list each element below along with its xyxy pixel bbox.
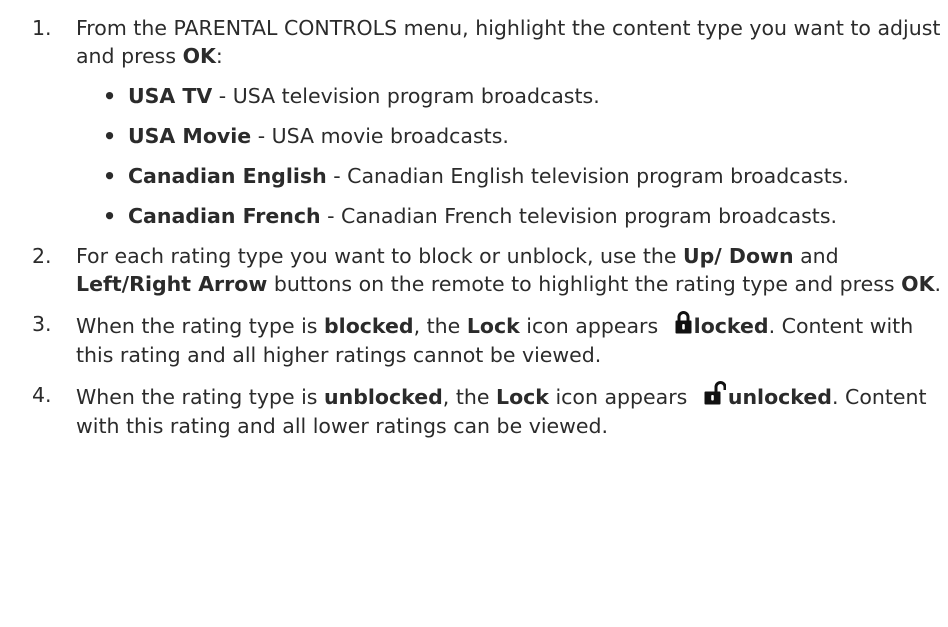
left-right-key-label: Left/Right Arrow — [76, 272, 268, 296]
step-text-part: and — [793, 244, 839, 268]
step-1: 1. From the PARENTAL CONTROLS menu, high… — [0, 14, 948, 230]
step-text: When the rating type is blocked, the Loc… — [76, 310, 948, 369]
content-type-name: Canadian English — [128, 164, 327, 188]
content-type-description: - USA television program broadcasts. — [212, 84, 600, 108]
step-text-part: icon appears — [519, 314, 665, 338]
step-text-part: . — [934, 272, 941, 296]
step-3: 3. When the rating type is blocked, the … — [0, 310, 948, 369]
step-number: 4. — [32, 383, 52, 407]
lock-term: Lock — [496, 385, 549, 409]
ok-key-label: OK — [901, 272, 935, 296]
content-type-usa-tv: • USA TV - USA television program broadc… — [76, 82, 948, 110]
step-number: 2. — [32, 244, 52, 268]
step-text-part: buttons on the remote to highlight the r… — [267, 272, 902, 296]
content-type-description: - Canadian French television program bro… — [320, 204, 838, 228]
content-type-name: USA TV — [128, 84, 213, 108]
step-number: 1. — [32, 16, 52, 40]
step-text-part: icon appears — [548, 385, 694, 409]
step-text: From the PARENTAL CONTROLS menu, highlig… — [76, 14, 948, 70]
content-type-canadian-english: • Canadian English - Canadian English te… — [76, 162, 948, 190]
content-type-canadian-french: • Canadian French - Canadian French tele… — [76, 202, 948, 230]
lock-closed-icon — [675, 310, 692, 341]
content-type-name: Canadian French — [128, 204, 321, 228]
bullet-icon: • — [103, 164, 117, 188]
content-type-description: - Canadian English television program br… — [326, 164, 849, 188]
step-text: For each rating type you want to block o… — [76, 242, 948, 298]
locked-term: locked — [693, 314, 769, 338]
unblocked-term: unblocked — [324, 385, 443, 409]
step-text-part: : — [215, 44, 223, 68]
up-down-key-label: Up/ Down — [682, 244, 794, 268]
bullet-icon: • — [103, 204, 117, 228]
content-type-name: USA Movie — [128, 124, 252, 148]
step-text: When the rating type is unblocked, the L… — [76, 381, 948, 440]
bullet-icon: • — [103, 84, 117, 108]
instruction-page: 1. From the PARENTAL CONTROLS menu, high… — [0, 0, 948, 627]
step-text-part: When the rating type is — [76, 314, 324, 338]
blocked-term: blocked — [324, 314, 414, 338]
content-type-description: - USA movie broadcasts. — [251, 124, 509, 148]
unlocked-term: unlocked — [727, 385, 832, 409]
lock-open-icon — [704, 381, 727, 412]
step-text-part: When the rating type is — [76, 385, 324, 409]
ok-key-label: OK — [182, 44, 216, 68]
step-text-part: , the — [413, 314, 467, 338]
step-text-part: For each rating type you want to block o… — [76, 244, 683, 268]
step-2: 2. For each rating type you want to bloc… — [0, 242, 948, 298]
bullet-icon: • — [103, 124, 117, 148]
steps-list: 1. From the PARENTAL CONTROLS menu, high… — [0, 14, 948, 440]
step-text-part: , the — [442, 385, 496, 409]
step-4: 4. When the rating type is unblocked, th… — [0, 381, 948, 440]
step-number: 3. — [32, 312, 52, 336]
lock-term: Lock — [466, 314, 520, 338]
content-type-usa-movie: • USA Movie - USA movie broadcasts. — [76, 122, 948, 150]
content-type-list: • USA TV - USA television program broadc… — [76, 82, 948, 230]
